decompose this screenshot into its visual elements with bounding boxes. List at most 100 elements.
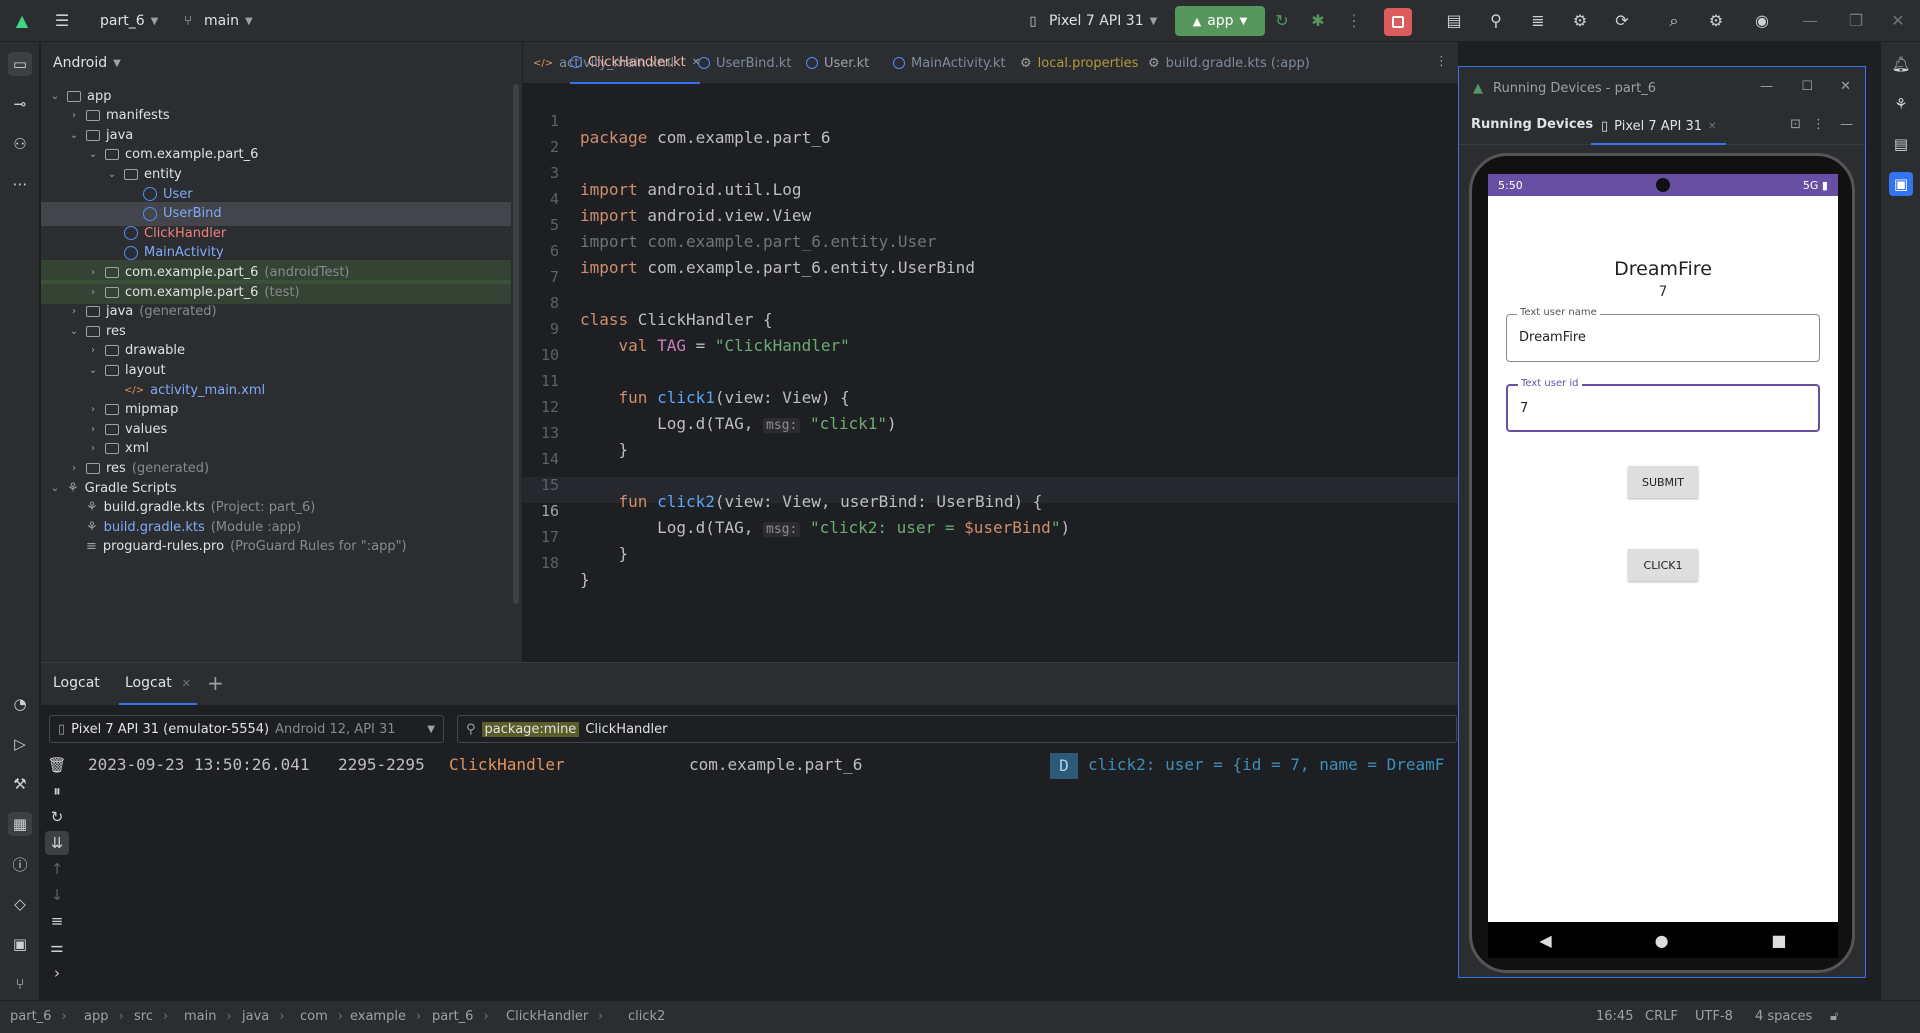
expand-toolbar-button[interactable]: › <box>45 961 69 985</box>
previous-occurrence-button[interactable]: ↑ <box>45 857 69 881</box>
sync-button[interactable]: ⟳ <box>1612 0 1632 42</box>
userid-field[interactable]: Text user id 7 <box>1506 378 1820 432</box>
logcat-device-selector[interactable]: ▯ Pixel 7 API 31 (emulator-5554) Android… <box>49 715 444 743</box>
caret-position[interactable]: 16:45 <box>1596 1009 1633 1024</box>
branch-selector[interactable]: ⑂ main ▼ <box>178 0 253 42</box>
device-manager-button[interactable]: ▤ <box>1444 0 1464 42</box>
breadcrumb-item[interactable]: click2 <box>628 1009 665 1024</box>
editor-tab[interactable]: User.kt <box>806 42 869 84</box>
account-button[interactable]: ◉ <box>1752 0 1772 42</box>
build-tool-button[interactable]: ⚒ <box>8 772 32 796</box>
lock-icon[interactable]: 🔓︎ <box>1830 1009 1838 1024</box>
close-icon[interactable]: ✕ <box>1840 79 1851 94</box>
maximize-window-button[interactable]: ❐ <box>1846 0 1866 42</box>
device-screen[interactable]: 5:50 5G ▮ DreamFire 7 Text user name Dre… <box>1488 174 1838 922</box>
app-quality-tool-button[interactable]: ◇ <box>8 892 32 916</box>
breadcrumb-item[interactable]: java › <box>242 1009 284 1024</box>
run-configuration-selector[interactable]: ▲ app ▼ <box>1175 6 1265 36</box>
home-icon[interactable]: ● <box>1655 931 1669 950</box>
chevron-down-icon[interactable]: ⌄ <box>68 130 80 141</box>
logcat-format-button[interactable]: ⚌ <box>45 935 69 959</box>
editor-tab[interactable]: MainActivity.kt <box>893 42 1006 84</box>
chevron-right-icon[interactable]: › <box>87 345 99 356</box>
chevron-down-icon[interactable]: ⌄ <box>49 91 61 102</box>
stop-button[interactable] <box>1384 8 1412 36</box>
minimize-window-button[interactable]: — <box>1800 0 1820 42</box>
editor-tab[interactable]: ⚙ local.properties <box>1020 42 1138 84</box>
notifications-button[interactable]: 🔔︎ <box>1889 52 1913 76</box>
close-icon[interactable]: ✕ <box>1708 121 1716 132</box>
terminal-tool-button[interactable]: ▣ <box>8 932 32 956</box>
new-tab-button[interactable]: + <box>207 671 224 695</box>
indent-setting[interactable]: 4 spaces <box>1755 1009 1812 1024</box>
breadcrumb-item[interactable]: app › <box>84 1009 124 1024</box>
running-devices-button[interactable]: ▣ <box>1889 172 1913 196</box>
close-icon[interactable]: ✕ <box>182 677 191 690</box>
pause-logcat-button[interactable]: ⏸︎ <box>45 779 69 803</box>
project-scrollbar[interactable] <box>513 84 519 604</box>
chevron-down-icon[interactable]: ⌄ <box>68 326 80 337</box>
click1-button[interactable]: CLICK1 <box>1628 549 1698 581</box>
apply-changes-button[interactable]: ↻ <box>1272 0 1292 42</box>
device-selector[interactable]: ▯ Pixel 7 API 31 ▼ <box>1023 0 1157 42</box>
breadcrumb-item[interactable]: part_6 › <box>432 1009 489 1024</box>
settings-button[interactable]: ⚙ <box>1706 0 1726 42</box>
profiler-button[interactable]: ⚙ <box>1570 0 1590 42</box>
commit-tool-button[interactable]: ⊸ <box>8 92 32 116</box>
window-mode-icon[interactable]: ⊡ <box>1790 117 1801 132</box>
main-menu-button[interactable]: ☰ <box>52 0 72 42</box>
close-window-button[interactable]: ✕ <box>1888 0 1908 42</box>
breadcrumb-item[interactable]: part_6 › <box>10 1009 67 1024</box>
project-view-selector[interactable]: Android ▼ <box>41 42 522 84</box>
chevron-right-icon[interactable]: › <box>87 424 99 435</box>
run-tool-button[interactable]: ▷ <box>8 732 32 756</box>
line-separator[interactable]: CRLF <box>1645 1009 1678 1024</box>
code-area[interactable]: package com.example.part_6 import androi… <box>523 84 1458 624</box>
chevron-down-icon[interactable]: ⌄ <box>87 149 99 160</box>
more-tools-button[interactable]: ⋯ <box>8 172 32 196</box>
layout-inspector-button[interactable]: ⚲ <box>1486 0 1506 42</box>
soft-wrap-button[interactable]: ≡ <box>45 909 69 933</box>
breadcrumb-item[interactable]: ClickHandler › <box>506 1009 603 1024</box>
logcat-filter-input[interactable]: ⚲ package:mine ClickHandler <box>457 715 1457 743</box>
structure-tool-button[interactable]: ⚇ <box>8 132 32 156</box>
breadcrumb-item[interactable]: example › <box>350 1009 421 1024</box>
problems-tool-button[interactable]: ⓘ <box>8 852 32 876</box>
restart-logcat-button[interactable]: ↻ <box>45 805 69 829</box>
profiler-tool-button[interactable]: ◔ <box>8 692 32 716</box>
chevron-right-icon[interactable]: › <box>68 463 80 474</box>
username-field[interactable]: Text user name DreamFire <box>1506 307 1820 362</box>
editor-tab[interactable]: ClickHandler.kt ✕ <box>570 42 701 84</box>
more-actions-button[interactable]: ⋮ <box>1344 0 1364 42</box>
breadcrumb-item[interactable]: main › <box>184 1009 232 1024</box>
chevron-right-icon[interactable]: › <box>87 287 99 298</box>
chevron-right-icon[interactable]: › <box>87 404 99 415</box>
tab-logcat[interactable]: Logcat ✕ <box>119 663 197 705</box>
chevron-right-icon[interactable]: › <box>87 443 99 454</box>
tab-device[interactable]: ▯ Pixel 7 API 31 ✕ <box>1591 109 1727 145</box>
more-vertical-icon[interactable]: ⋮ <box>1812 117 1825 132</box>
editor-tab[interactable]: UserBind.kt <box>698 42 791 84</box>
logcat-tool-button[interactable]: ▦ <box>8 812 32 836</box>
hide-panel-icon[interactable]: — <box>1840 117 1853 132</box>
minimize-icon[interactable]: — <box>1760 79 1773 94</box>
editor-tab[interactable]: ⚙ build.gradle.kts (:app) <box>1148 42 1310 84</box>
breadcrumb-item[interactable]: com › <box>300 1009 343 1024</box>
gradle-tool-button[interactable]: ⚘ <box>1889 92 1913 116</box>
app-inspection-button[interactable]: ≣ <box>1528 0 1548 42</box>
file-encoding[interactable]: UTF-8 <box>1695 1009 1733 1024</box>
chevron-down-icon[interactable]: ⌄ <box>106 169 118 180</box>
chevron-down-icon[interactable]: ⌄ <box>87 365 99 376</box>
debug-button[interactable]: ✱ <box>1308 0 1328 42</box>
next-occurrence-button[interactable]: ↓ <box>45 883 69 907</box>
back-icon[interactable]: ◀ <box>1539 931 1551 950</box>
more-vertical-icon[interactable]: ⋮ <box>1435 54 1448 69</box>
chevron-right-icon[interactable]: › <box>68 306 80 317</box>
submit-button[interactable]: SUBMIT <box>1628 466 1698 498</box>
clear-logcat-button[interactable]: 🗑︎ <box>45 753 69 777</box>
scroll-to-end-button[interactable]: ⇊ <box>45 831 69 855</box>
device-explorer-button[interactable]: ▤ <box>1889 132 1913 156</box>
project-tree-item[interactable]: ≡ proguard-rules.pro (ProGuard Rules for "… <box>41 535 511 559</box>
maximize-icon[interactable]: ☐ <box>1801 79 1813 94</box>
git-tool-button[interactable]: ⑂ <box>8 972 32 996</box>
